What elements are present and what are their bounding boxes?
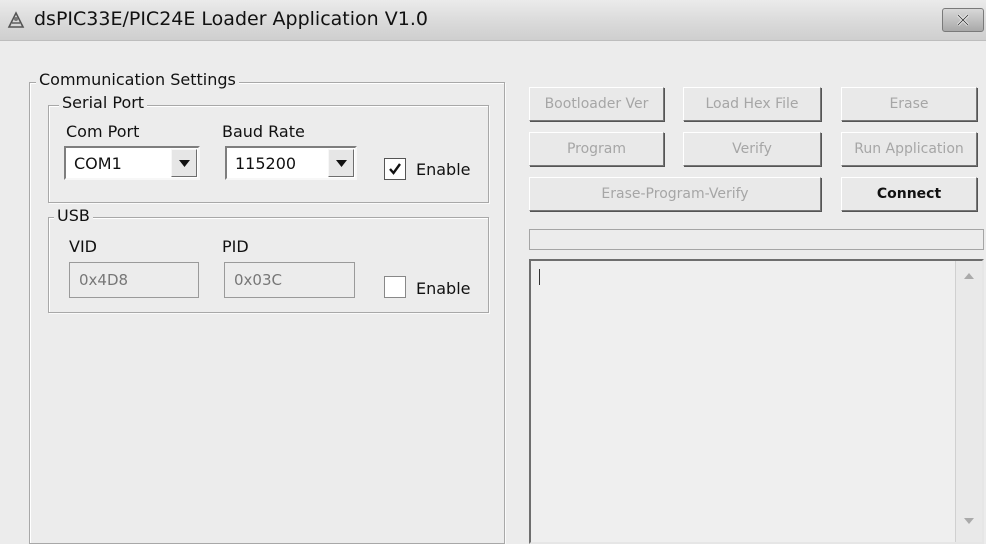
bootloader-ver-button[interactable]: Bootloader Ver — [529, 87, 664, 121]
vid-label: VID — [69, 237, 97, 256]
load-hex-file-button[interactable]: Load Hex File — [683, 87, 821, 121]
serial-port-legend: Serial Port — [59, 93, 148, 112]
pid-value: 0x03C — [234, 271, 282, 289]
chevron-down-icon — [179, 160, 190, 167]
loader-window: dsPIC33E/PIC24E Loader Application V1.0 … — [0, 0, 986, 544]
usb-legend: USB — [54, 206, 93, 225]
erase-button[interactable]: Erase — [841, 87, 977, 121]
output-log[interactable] — [529, 259, 984, 544]
program-button[interactable]: Program — [529, 132, 664, 166]
close-button[interactable] — [942, 8, 984, 32]
baud-rate-dropdown-button[interactable] — [328, 149, 354, 177]
close-icon — [957, 14, 969, 26]
run-application-button[interactable]: Run Application — [841, 132, 977, 166]
vid-field[interactable]: 0x4D8 — [69, 262, 199, 298]
baud-rate-value: 115200 — [235, 154, 297, 173]
baud-rate-select[interactable]: 115200 — [225, 146, 357, 180]
baud-rate-label: Baud Rate — [222, 122, 305, 141]
log-scrollbar[interactable] — [955, 261, 982, 542]
verify-button[interactable]: Verify — [683, 132, 821, 166]
communication-settings-legend: Communication Settings — [36, 70, 239, 89]
app-icon — [6, 10, 26, 30]
pid-label: PID — [222, 237, 249, 256]
text-caret — [539, 269, 540, 285]
com-port-value: COM1 — [74, 154, 122, 173]
com-port-label: Com Port — [66, 122, 140, 141]
com-port-select[interactable]: COM1 — [64, 146, 200, 180]
pid-field[interactable]: 0x03C — [224, 262, 355, 298]
connect-button[interactable]: Connect — [841, 177, 977, 211]
serial-enable-label: Enable — [416, 160, 471, 179]
serial-enable-checkbox[interactable] — [384, 158, 406, 180]
window-title: dsPIC33E/PIC24E Loader Application V1.0 — [34, 8, 428, 30]
usb-enable-checkbox[interactable] — [384, 276, 406, 298]
vid-value: 0x4D8 — [79, 271, 129, 289]
scroll-down-icon[interactable] — [964, 518, 974, 526]
usb-enable-label: Enable — [416, 279, 471, 298]
chevron-down-icon — [336, 160, 347, 167]
scroll-up-icon[interactable] — [964, 271, 974, 279]
erase-program-verify-button[interactable]: Erase-Program-Verify — [529, 177, 821, 211]
com-port-dropdown-button[interactable] — [171, 149, 197, 177]
title-bar[interactable]: dsPIC33E/PIC24E Loader Application V1.0 — [0, 0, 986, 41]
progress-bar — [529, 229, 984, 250]
checkmark-icon — [389, 163, 401, 175]
